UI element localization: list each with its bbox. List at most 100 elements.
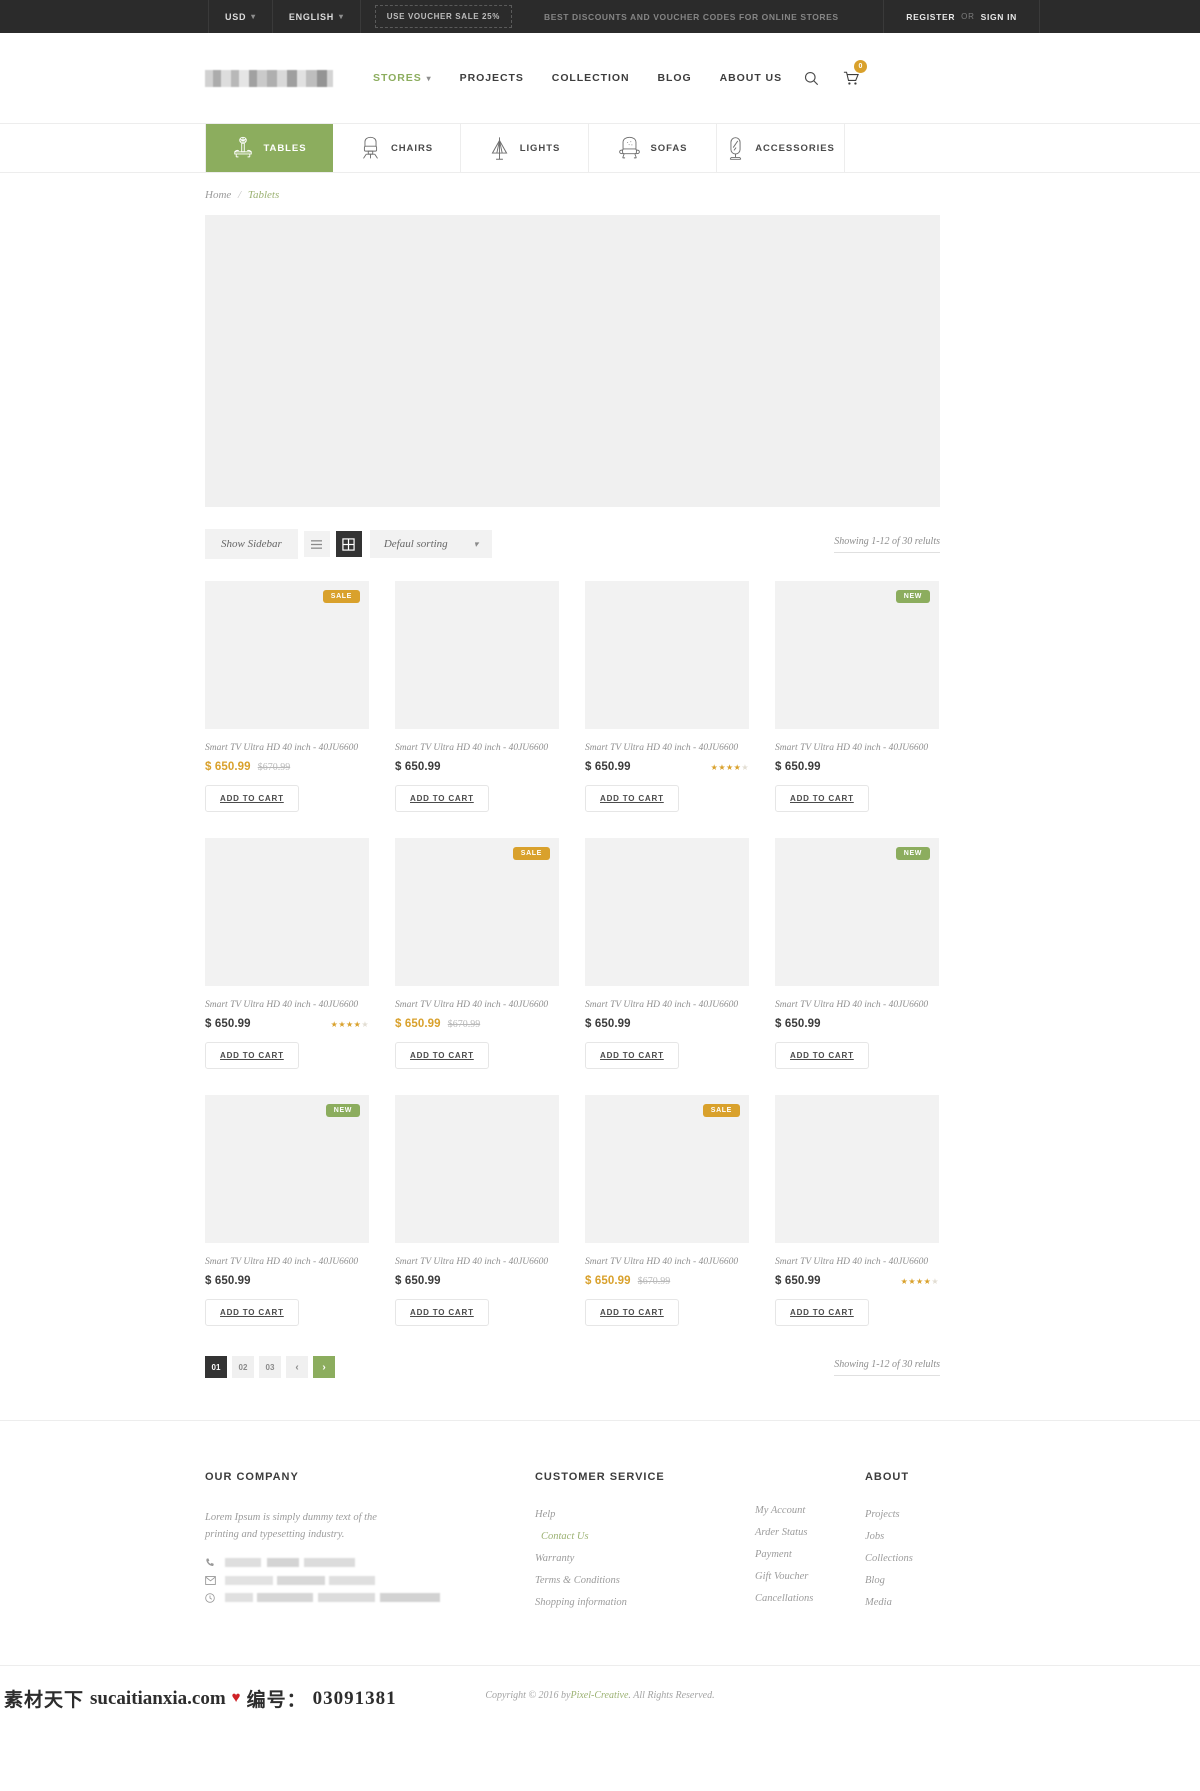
add-to-cart-button[interactable]: ADD TO CART (205, 785, 299, 812)
chevron-left-icon[interactable]: ‹ (286, 1356, 308, 1378)
watermark-number: 03091381 (312, 1687, 397, 1709)
page-button-01[interactable]: 01 (205, 1356, 227, 1378)
footer-link-help[interactable]: Help (535, 1509, 755, 1520)
add-to-cart-button[interactable]: ADD TO CART (205, 1299, 299, 1326)
product-card[interactable]: Smart TV Ultra HD 40 inch - 40JU6600 $ 65… (395, 1095, 559, 1326)
product-card[interactable]: Smart TV Ultra HD 40 inch - 40JU6600 $ 65… (585, 581, 749, 812)
nav-item-projects[interactable]: PROJECTS (460, 72, 524, 84)
product-image[interactable]: SALE (205, 581, 369, 729)
product-image[interactable] (585, 838, 749, 986)
product-card[interactable]: NEW Smart TV Ultra HD 40 inch - 40JU6600 $… (775, 838, 939, 1069)
language-selector[interactable]: ENGLISH ▾ (271, 0, 360, 33)
product-card[interactable]: SALE Smart TV Ultra HD 40 inch - 40JU6600… (395, 838, 559, 1069)
footer-link-terms-conditions[interactable]: Terms & Conditions (535, 1575, 755, 1586)
add-to-cart-button[interactable]: ADD TO CART (775, 1299, 869, 1326)
show-sidebar-button[interactable]: Show Sidebar (205, 529, 298, 559)
category-label: ACCESSORIES (755, 142, 835, 154)
nav-item-collection[interactable]: COLLECTION (552, 72, 630, 84)
product-title[interactable]: Smart TV Ultra HD 40 inch - 40JU6600 (775, 1257, 939, 1267)
product-image[interactable] (205, 838, 369, 986)
category-sofas[interactable]: SOFAS (589, 124, 717, 172)
add-to-cart-button[interactable]: ADD TO CART (395, 785, 489, 812)
product-card[interactable]: SALE Smart TV Ultra HD 40 inch - 40JU6600… (205, 581, 369, 812)
chevron-right-icon[interactable]: › (313, 1356, 335, 1378)
cart-icon[interactable]: 0 (842, 60, 867, 87)
footer-link-projects[interactable]: Projects (865, 1509, 1015, 1520)
product-image[interactable]: NEW (775, 581, 939, 729)
product-card[interactable]: Smart TV Ultra HD 40 inch - 40JU6600 $ 65… (205, 838, 369, 1069)
add-to-cart-button[interactable]: ADD TO CART (395, 1042, 489, 1069)
add-to-cart-button[interactable]: ADD TO CART (775, 785, 869, 812)
category-accessories[interactable]: ACCESSORIES (717, 124, 845, 172)
product-image[interactable] (395, 581, 559, 729)
product-image[interactable]: SALE (585, 1095, 749, 1243)
product-image[interactable]: NEW (205, 1095, 369, 1243)
page-button-02[interactable]: 02 (232, 1356, 254, 1378)
footer-link-blog[interactable]: Blog (865, 1575, 1015, 1586)
nav-item-stores[interactable]: STORES ▾ (373, 72, 432, 84)
product-title[interactable]: Smart TV Ultra HD 40 inch - 40JU6600 (205, 743, 369, 753)
add-to-cart-button[interactable]: ADD TO CART (205, 1042, 299, 1069)
nav-item-blog[interactable]: BLOG (658, 72, 692, 84)
footer-link-contact-us[interactable]: Contact Us (535, 1531, 755, 1542)
product-title[interactable]: Smart TV Ultra HD 40 inch - 40JU6600 (585, 1257, 749, 1267)
pagination: 01 02 03 ‹ › (205, 1356, 335, 1378)
product-title[interactable]: Smart TV Ultra HD 40 inch - 40JU6600 (205, 1257, 369, 1267)
footer-link-collections[interactable]: Collections (865, 1553, 1015, 1564)
nav-item-about-us[interactable]: ABOUT US (720, 72, 782, 84)
footer-link-my-account[interactable]: My Account (755, 1505, 865, 1516)
product-image[interactable] (775, 1095, 939, 1243)
category-lights[interactable]: LIGHTS (461, 124, 589, 172)
currency-selector[interactable]: USD ▾ (208, 0, 272, 33)
product-title[interactable]: Smart TV Ultra HD 40 inch - 40JU6600 (775, 1000, 939, 1010)
product-image[interactable]: NEW (775, 838, 939, 986)
product-card[interactable]: SALE Smart TV Ultra HD 40 inch - 40JU6600… (585, 1095, 749, 1326)
footer-link-warranty[interactable]: Warranty (535, 1553, 755, 1564)
add-to-cart-button[interactable]: ADD TO CART (395, 1299, 489, 1326)
lamp-icon (489, 136, 510, 161)
grid-view-icon[interactable] (335, 531, 362, 557)
product-title[interactable]: Smart TV Ultra HD 40 inch - 40JU6600 (395, 1000, 559, 1010)
category-chairs[interactable]: CHAIRS (333, 124, 461, 172)
product-card[interactable]: Smart TV Ultra HD 40 inch - 40JU6600 $ 65… (395, 581, 559, 812)
site-logo[interactable] (205, 69, 333, 87)
footer-contact-block (205, 1558, 535, 1603)
add-to-cart-button[interactable]: ADD TO CART (775, 1042, 869, 1069)
footer-link-shopping-information[interactable]: Shopping information (535, 1597, 755, 1608)
page-button-03[interactable]: 03 (259, 1356, 281, 1378)
footer-link-media[interactable]: Media (865, 1597, 1015, 1608)
product-title[interactable]: Smart TV Ultra HD 40 inch - 40JU6600 (585, 743, 749, 753)
list-view-icon[interactable] (303, 531, 330, 557)
search-icon[interactable] (802, 69, 820, 87)
product-title[interactable]: Smart TV Ultra HD 40 inch - 40JU6600 (395, 1257, 559, 1267)
breadcrumb-home[interactable]: Home (205, 189, 231, 201)
product-card[interactable]: Smart TV Ultra HD 40 inch - 40JU6600 $ 65… (585, 838, 749, 1069)
voucher-code-badge[interactable]: USE VOUCHER SALE 25% (374, 5, 512, 28)
product-card[interactable]: NEW Smart TV Ultra HD 40 inch - 40JU6600 $… (205, 1095, 369, 1326)
footer-link-gift-voucher[interactable]: Gift Voucher (755, 1571, 865, 1582)
product-card[interactable]: NEW Smart TV Ultra HD 40 inch - 40JU6600 $… (775, 581, 939, 812)
register-link[interactable]: REGISTER (906, 12, 955, 22)
signin-link[interactable]: SIGN IN (981, 12, 1017, 22)
product-title[interactable]: Smart TV Ultra HD 40 inch - 40JU6600 (205, 1000, 369, 1010)
product-card[interactable]: Smart TV Ultra HD 40 inch - 40JU6600 $ 65… (775, 1095, 939, 1326)
add-to-cart-button[interactable]: ADD TO CART (585, 785, 679, 812)
footer-link-cancellations[interactable]: Cancellations (755, 1593, 865, 1604)
currency-label: USD (225, 11, 247, 22)
product-rating: ★★★★★ (900, 1276, 939, 1286)
product-image[interactable] (585, 581, 749, 729)
footer-link-payment[interactable]: Payment (755, 1549, 865, 1560)
category-tables[interactable]: TABLES (205, 124, 333, 172)
footer-link-order-status[interactable]: Arder Status (755, 1527, 865, 1538)
product-title[interactable]: Smart TV Ultra HD 40 inch - 40JU6600 (395, 743, 559, 753)
add-to-cart-button[interactable]: ADD TO CART (585, 1042, 679, 1069)
pagination-row: 01 02 03 ‹ › Showing 1-12 of 30 relults (205, 1356, 940, 1378)
product-title[interactable]: Smart TV Ultra HD 40 inch - 40JU6600 (585, 1000, 749, 1010)
product-price: $ 650.99 (775, 1275, 821, 1287)
sorting-dropdown[interactable]: Defaul sorting ▾ (369, 530, 493, 558)
add-to-cart-button[interactable]: ADD TO CART (585, 1299, 679, 1326)
product-image[interactable] (395, 1095, 559, 1243)
product-image[interactable]: SALE (395, 838, 559, 986)
product-title[interactable]: Smart TV Ultra HD 40 inch - 40JU6600 (775, 743, 939, 753)
footer-link-jobs[interactable]: Jobs (865, 1531, 1015, 1542)
